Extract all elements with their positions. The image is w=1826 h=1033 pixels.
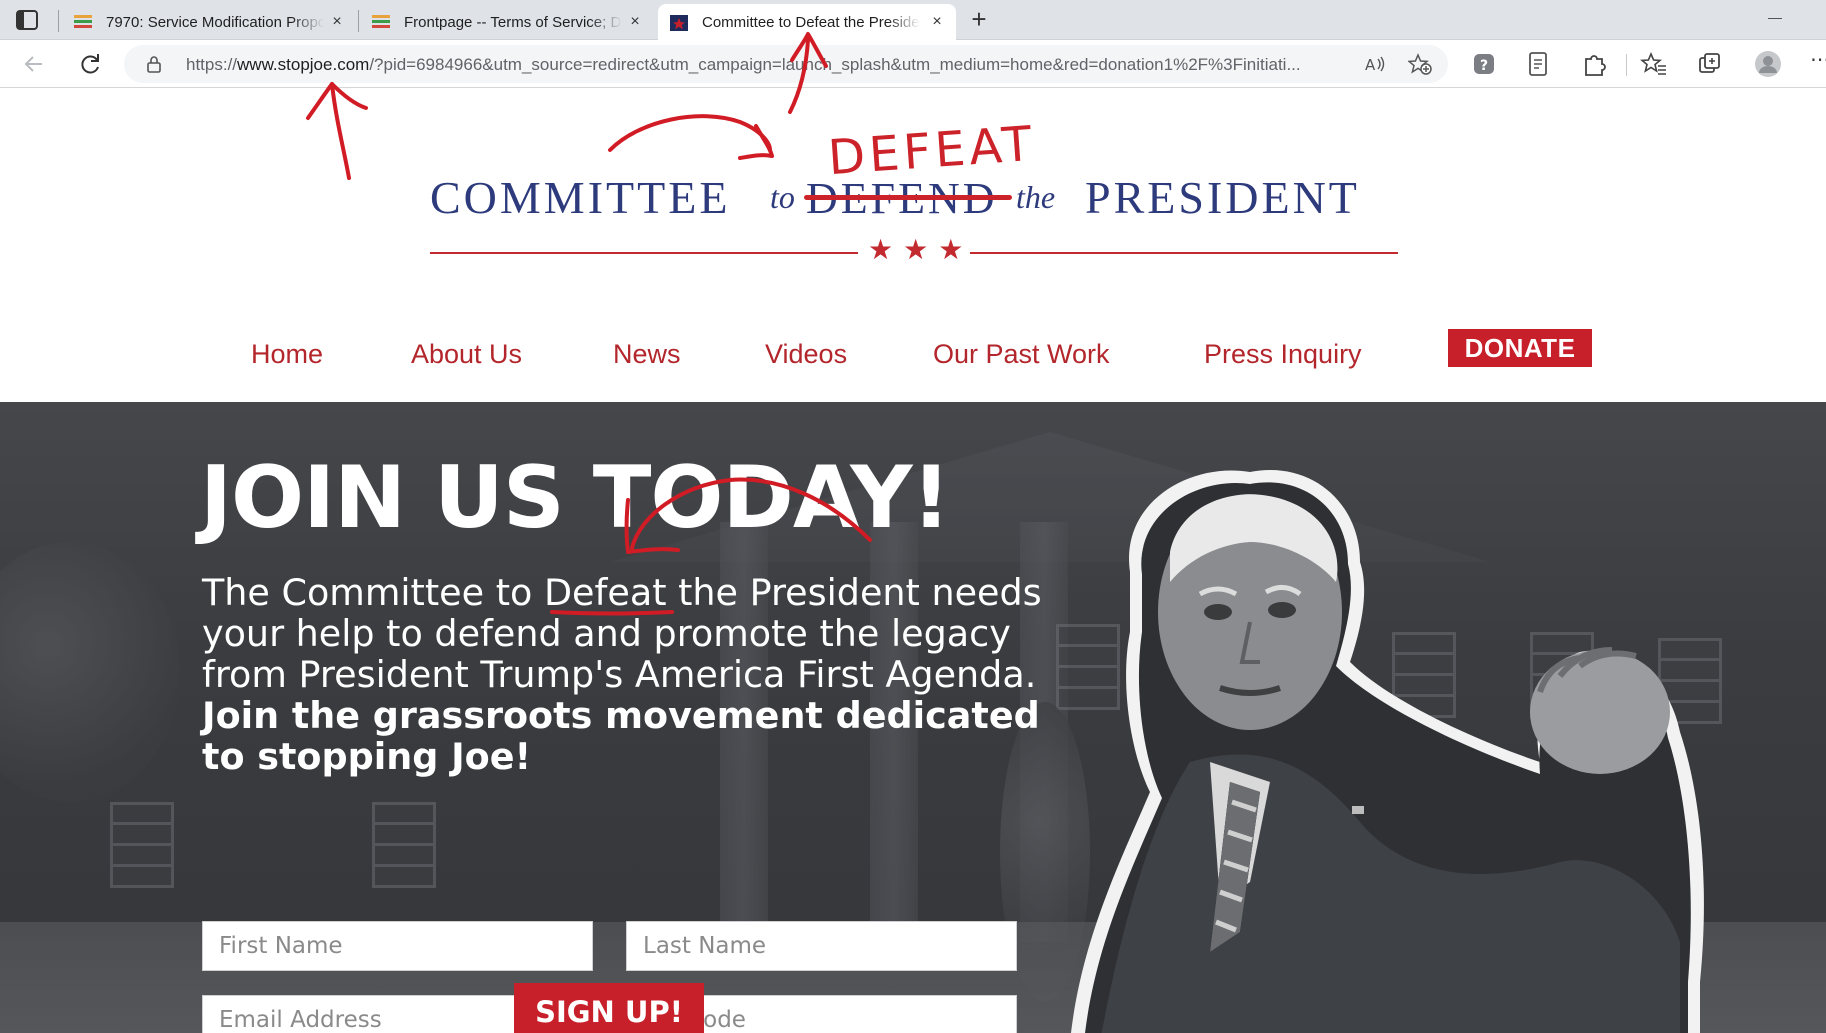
hero-title: JOIN US TODAY! [200,448,951,548]
nav-item-home[interactable]: Home [251,339,323,370]
first-name-input[interactable] [203,922,592,970]
background-window [372,802,436,888]
close-icon[interactable]: × [328,13,346,31]
logo-word-president: PRESIDENT [1085,172,1360,223]
minimize-icon[interactable] [1768,18,1782,19]
nav-item-news[interactable]: News [613,339,681,370]
nav-item-our-past-work[interactable]: Our Past Work [933,339,1110,370]
new-tab-button[interactable]: + [966,6,992,32]
hero-body-text: The Committee to Defeat the President ne… [202,572,1042,777]
logo-stars: ★★★ [868,234,974,265]
star-favicon [670,15,688,31]
browser-tab-bar: 7970: Service Modification Proposal × Fr… [0,0,1826,40]
url-text: https://www.stopjoe.com/?pid=6984966&utm… [186,55,1346,75]
background-tree [0,542,180,802]
url-field[interactable]: https://www.stopjoe.com/?pid=6984966&utm… [124,45,1448,83]
tab-title: Committee to Defeat the President [702,13,920,31]
last-name-input[interactable] [627,922,1016,970]
nav-item-about-us[interactable]: About Us [411,339,522,370]
tab-title: 7970: Service Modification Proposal [106,13,324,31]
nav-item-videos[interactable]: Videos [765,339,847,370]
url-prefix: https:// [186,55,238,74]
site-logo[interactable]: COMMITTEE to DEFEND DEFEAT the PRESIDENT… [420,116,1420,279]
add-favorite-icon[interactable] [1408,53,1432,75]
stacked-bars-favicon [74,15,92,28]
document-extension-icon[interactable] [1524,50,1552,78]
tab-title: Frontpage -- Terms of Service; Didn't Re… [404,13,622,31]
tab-service-modification[interactable]: 7970: Service Modification Proposal × [62,4,356,40]
tab-separator [358,10,359,32]
last-name-field[interactable] [626,921,1017,971]
donate-button[interactable]: DONATE [1448,329,1592,367]
svg-text:?: ? [1480,58,1488,74]
logo-word-committee: COMMITTEE [430,172,731,223]
logo-handwritten-defeat: DEFEAT [826,115,1038,187]
url-path: /?pid=6984966&utm_source=redirect&utm_ca… [369,55,1301,74]
hero-body-defeat-word: Defeat [543,571,667,614]
logo-rule-right [970,252,1398,254]
extensions-puzzle-icon[interactable] [1580,50,1608,78]
sign-up-button[interactable]: SIGN UP! [514,983,704,1033]
webpage: COMMITTEE to DEFEND DEFEAT the PRESIDENT… [0,89,1826,1033]
lock-icon[interactable] [146,55,162,73]
logo-strikethrough [804,195,1012,200]
stacked-bars-favicon [372,15,390,28]
politician-photo [1071,470,1704,1033]
read-aloud-icon[interactable]: A [1364,54,1386,74]
url-host: www.stopjoe.com [237,55,370,74]
favorites-icon[interactable] [1640,50,1668,78]
logo-rule-left [430,252,858,254]
more-menu-icon[interactable]: ⋯ [1810,50,1826,70]
logo-word-to: to [770,179,795,215]
hero-body-part1: The Committee to [202,571,544,614]
tab-separator [58,10,59,32]
help-extension-icon[interactable]: ? [1470,50,1498,78]
svg-text:A: A [1365,56,1376,74]
close-icon[interactable]: × [626,13,644,31]
first-name-field[interactable] [202,921,593,971]
refresh-icon[interactable] [76,50,104,78]
close-icon[interactable]: × [928,13,946,31]
hero-body-bold-cta: Join the grassroots movement dedicated t… [202,694,1040,778]
tab-frontpage-tosdr[interactable]: Frontpage -- Terms of Service; Didn't Re… [360,4,654,40]
back-arrow-icon[interactable] [20,50,48,78]
nav-item-press-inquiry[interactable]: Press Inquiry [1204,339,1362,370]
logo-word-the: the [1016,179,1056,215]
tab-committee-to-defeat[interactable]: Committee to Defeat the President × [658,4,956,40]
background-window [110,802,174,888]
hero-section: JOIN US TODAY! The Committee to Defeat t… [0,402,1826,1033]
collections-icon[interactable] [1696,50,1724,78]
main-navigation: Home About Us News Videos Our Past Work … [0,329,1826,389]
tab-actions-icon[interactable] [14,8,40,32]
browser-address-bar: https://www.stopjoe.com/?pid=6984966&utm… [0,40,1826,88]
toolbar-divider [1626,54,1627,76]
profile-avatar-icon[interactable] [1754,50,1782,78]
